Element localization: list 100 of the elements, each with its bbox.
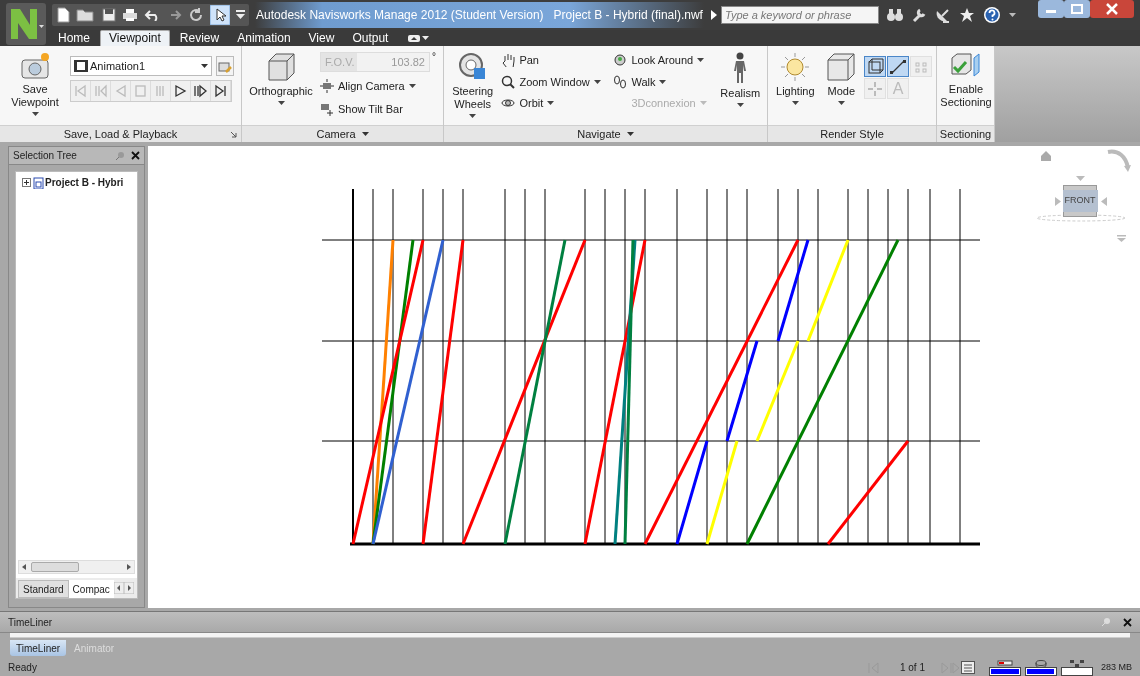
app-menu-icon[interactable] (6, 3, 46, 45)
panel-tab[interactable]: TimeLiner (10, 640, 67, 656)
caret-icon (31, 112, 39, 116)
camera-align-icon (320, 79, 334, 94)
help-icon[interactable] (983, 6, 1001, 24)
footprints-icon (613, 74, 628, 89)
scroll-thumb[interactable] (31, 562, 79, 572)
step-forward-icon (193, 84, 208, 98)
print-icon[interactable] (122, 8, 138, 22)
caret-icon (547, 101, 555, 106)
expand-icon[interactable] (22, 178, 31, 187)
navigate-tool[interactable]: Walk (613, 73, 714, 90)
expand-arrow-icon[interactable] (710, 10, 718, 20)
render-toggle[interactable] (864, 56, 886, 77)
ribbon-tab[interactable]: View (300, 30, 343, 46)
star-icon[interactable] (959, 7, 975, 23)
ribbon-button[interactable]: Orthographic (246, 52, 316, 105)
hand-icon (501, 53, 516, 68)
ribbon-button[interactable]: Lighting (772, 52, 819, 105)
ribbon-button[interactable]: Mode (822, 52, 860, 105)
navigate-tool[interactable]: Look Around (613, 52, 714, 69)
ribbon-tab[interactable]: Viewpoint (100, 30, 170, 46)
align-camera-button[interactable]: Align Camera (320, 78, 436, 95)
ribbon-button[interactable]: Enable Sectioning (941, 52, 991, 109)
panel-title: Camera (316, 126, 356, 142)
ribbon-tab[interactable]: Review (171, 30, 228, 46)
caret-icon (593, 79, 601, 84)
camera-icon (20, 52, 50, 80)
navigate-tool[interactable]: Pan (501, 52, 612, 69)
meter-track (1060, 666, 1093, 676)
panel-title: Render Style (820, 126, 884, 142)
ribbon-button[interactable]: Save Viewpoint (4, 52, 66, 116)
tilt-bar-button[interactable]: Show Tilt Bar (320, 100, 436, 117)
caret-icon (277, 101, 285, 105)
ribbon-button[interactable]: Realism (717, 52, 763, 107)
ribbon-tab[interactable]: Output (344, 30, 397, 46)
caret-icon (422, 36, 430, 40)
caret-icon (408, 84, 416, 89)
caret-icon (469, 114, 477, 118)
render-toggle[interactable] (887, 56, 909, 77)
open-folder-icon[interactable] (76, 8, 96, 22)
select-cursor-icon[interactable] (210, 5, 230, 25)
document-title: Project B - Hybrid (final).nwf (553, 7, 703, 24)
tab-scroll-left-icon[interactable] (113, 582, 124, 594)
caret-icon (736, 103, 744, 107)
panel-title: Selection Tree (13, 149, 78, 163)
section-plane-icon (950, 52, 982, 80)
undo-icon[interactable] (144, 9, 160, 21)
status-text: Ready (8, 661, 38, 675)
new-file-icon[interactable] (56, 7, 70, 23)
caret-icon (837, 101, 845, 105)
horizontal-scrollbar[interactable] (18, 560, 135, 574)
sun-icon (780, 52, 811, 82)
list-icon[interactable] (960, 661, 975, 674)
panel-tab[interactable]: Compac (68, 580, 114, 598)
navigate-tool[interactable]: Orbit (501, 95, 612, 112)
close-icon[interactable] (131, 151, 140, 160)
fov-field: F.O.V. 103.82 (320, 52, 430, 72)
save-icon[interactable] (102, 8, 116, 22)
memory-usage: 283 MB (1100, 660, 1132, 674)
dropdown-icon[interactable] (236, 10, 245, 20)
tab-scroll-right-icon[interactable] (123, 582, 134, 594)
close-icon[interactable] (1090, 0, 1134, 18)
satellite-dish-icon[interactable] (935, 7, 951, 23)
animation-dropdown[interactable]: Animation1 (70, 56, 212, 76)
close-icon[interactable] (1123, 617, 1132, 627)
play-icon (173, 84, 188, 98)
caret-icon (699, 101, 707, 106)
search-field[interactable]: Type a keyword or phrase (721, 6, 879, 24)
caret-icon (791, 101, 799, 105)
tree-item[interactable]: Project B - Hybri (45, 175, 124, 190)
tilt-camera-icon (320, 101, 334, 116)
panel-title: TimeLiner (8, 615, 54, 630)
step-back-icon (93, 84, 108, 98)
ribbon-button[interactable]: Steering Wheels (448, 52, 498, 118)
viewcube[interactable]: FRONT (1063, 185, 1097, 217)
caret-icon (697, 58, 705, 63)
camera-pencil-icon (218, 59, 232, 73)
wrench-icon[interactable] (911, 7, 927, 23)
page-counter: 1 of 1 (899, 661, 925, 675)
solid-cube-icon (826, 52, 857, 82)
network-icon (1068, 659, 1085, 667)
navigate-tool[interactable]: Zoom Window (501, 73, 612, 90)
restore-icon[interactable] (1064, 0, 1090, 18)
playback-button[interactable] (191, 81, 211, 101)
eye-icon (613, 53, 628, 68)
minimize-icon[interactable] (1038, 0, 1064, 18)
dialog-launcher-icon[interactable] (230, 131, 237, 138)
degree-unit: ° (432, 52, 436, 62)
document-icon (32, 176, 44, 189)
steering-wheel-icon (457, 52, 488, 82)
ribbon-tab[interactable]: Home (50, 30, 98, 46)
refresh-icon[interactable] (188, 7, 204, 23)
panel-tab[interactable]: Standard (18, 580, 69, 598)
caret-icon (659, 79, 667, 84)
film-strip-icon (74, 60, 88, 72)
binoculars-icon[interactable] (887, 8, 903, 22)
cube-icon (266, 52, 296, 82)
ribbon-tab[interactable]: Animation (229, 30, 299, 46)
to-end-icon (213, 84, 228, 98)
